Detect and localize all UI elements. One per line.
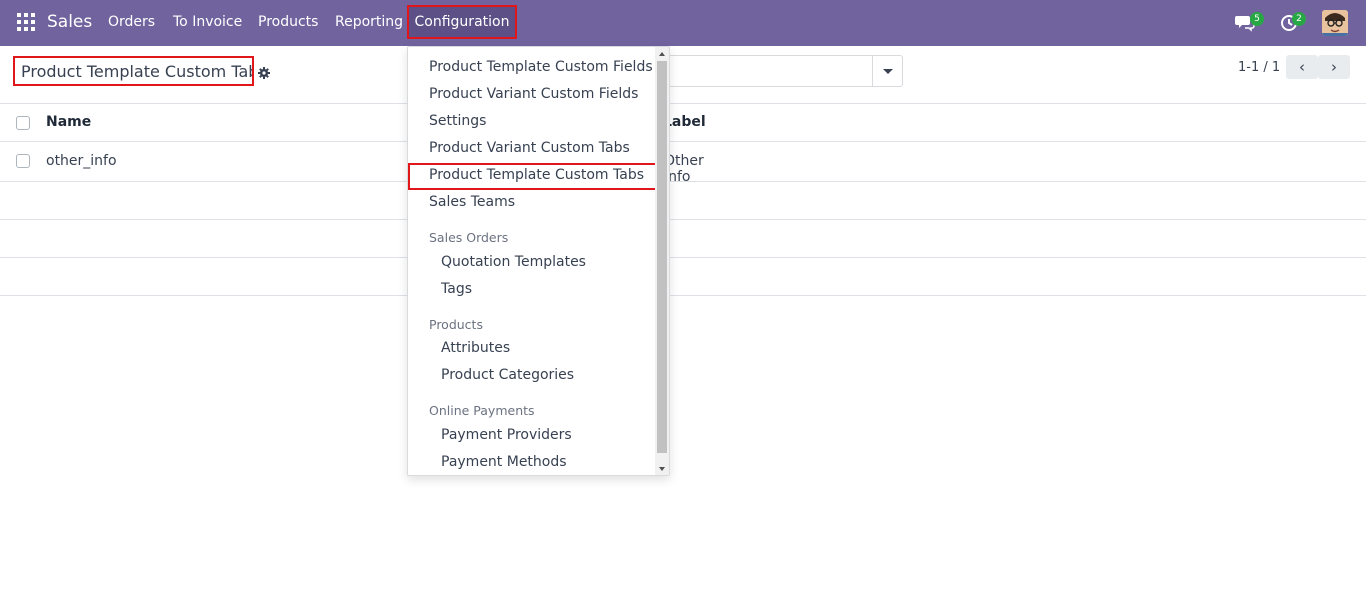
divider [0,103,1366,104]
menu-item-quotation-templates[interactable]: Quotation Templates [441,254,586,270]
menu-reporting[interactable]: Reporting [335,14,403,30]
pager-previous-button[interactable]: ‹ [1286,55,1318,79]
menu-item-payment-providers[interactable]: Payment Providers [441,427,572,443]
apps-grid-icon[interactable] [17,13,35,31]
divider [0,219,1366,220]
user-avatar[interactable] [1322,10,1348,36]
menu-item-product-template-custom-fields[interactable]: Product Template Custom Fields [429,59,653,75]
pager-value[interactable]: 1-1 / 1 [1238,60,1280,75]
search-options-toggle[interactable] [872,56,902,86]
pager-next-button[interactable]: › [1318,55,1350,79]
menu-products[interactable]: Products [258,14,318,30]
divider [0,257,1366,258]
scroll-up-arrow-icon[interactable] [659,52,665,56]
menu-item-tags[interactable]: Tags [441,281,472,297]
page-title: Product Template Custom Tab [13,56,254,86]
messages-badge: 5 [1250,12,1264,26]
cell-name[interactable]: other_info [46,153,117,169]
column-header-label-text: Label [668,114,706,130]
menu-section-products: Products [429,317,483,332]
menu-item-sales-teams[interactable]: Sales Teams [429,194,515,210]
caret-down-icon [882,68,893,74]
app-brand[interactable]: Sales [47,12,92,32]
divider [0,181,1366,182]
menu-item-product-variant-custom-fields[interactable]: Product Variant Custom Fields [429,86,638,102]
scroll-down-arrow-icon[interactable] [659,467,665,471]
search-input[interactable] [668,55,903,87]
top-navbar: Sales Orders To Invoice Products Reporti… [0,0,1366,46]
row-checkbox[interactable] [16,154,30,168]
menu-item-settings[interactable]: Settings [429,113,486,129]
menu-item-payment-methods[interactable]: Payment Methods [441,454,567,470]
select-all-checkbox[interactable] [16,116,30,130]
column-header-label[interactable]: Label [668,114,708,130]
configuration-dropdown-menu: Product Template Custom Fields Product V… [407,46,670,476]
menu-item-attributes[interactable]: Attributes [441,340,510,356]
divider [0,141,1366,142]
menu-section-sales-orders: Sales Orders [429,230,509,245]
menu-item-product-categories[interactable]: Product Categories [441,367,574,383]
gear-icon[interactable] [258,64,270,79]
menu-section-online-payments: Online Payments [429,403,535,418]
column-header-name[interactable]: Name [46,114,91,130]
activities-badge: 2 [1292,12,1306,26]
menu-configuration[interactable]: Configuration [407,5,517,39]
menu-item-product-variant-custom-tabs[interactable]: Product Variant Custom Tabs [429,140,630,156]
menu-to-invoice[interactable]: To Invoice [173,14,242,30]
menu-item-product-template-custom-tabs[interactable]: Product Template Custom Tabs [429,167,644,183]
menu-orders[interactable]: Orders [108,14,155,30]
dropdown-scrollbar[interactable] [655,47,669,475]
divider [0,295,1366,296]
scroll-thumb[interactable] [657,61,667,453]
